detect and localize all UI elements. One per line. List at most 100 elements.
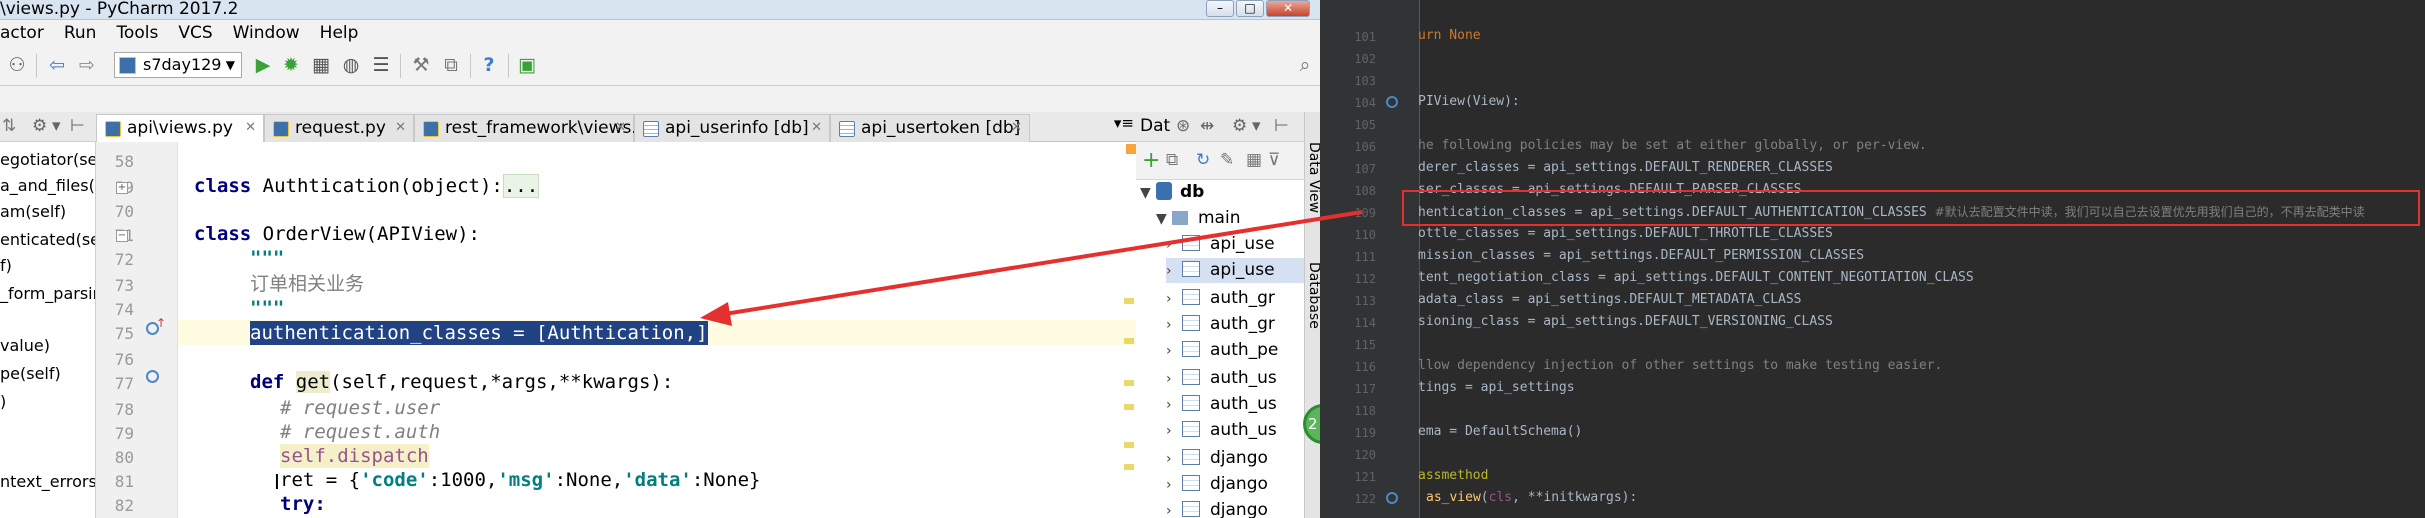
- chevron-down-icon[interactable]: ▾: [1252, 116, 1261, 136]
- structure-item[interactable]: f): [0, 256, 12, 276]
- tab-api-views[interactable]: api\views.py ✕: [96, 114, 264, 142]
- structure-item[interactable]: ): [0, 392, 6, 412]
- tree-table-item[interactable]: › auth_us: [1166, 392, 1277, 417]
- hide-panel-icon[interactable]: ⊢: [1274, 116, 1289, 136]
- side-tab-data-view[interactable]: Data View: [1306, 142, 1320, 213]
- settings-wrench-icon[interactable]: ⚒: [410, 54, 432, 76]
- minimize-button[interactable]: –: [1206, 0, 1234, 17]
- debug-icon[interactable]: ✹: [280, 54, 302, 76]
- tree-table-item[interactable]: › api_use: [1166, 258, 1304, 283]
- tab-api-usertoken[interactable]: api_usertoken [db] ✕: [830, 114, 1030, 142]
- source-line-104: PIView(View):: [1418, 94, 1520, 109]
- tree-node-db[interactable]: ▼ db: [1140, 180, 1204, 205]
- override-marker-icon[interactable]: [1386, 96, 1398, 108]
- tree-table-item[interactable]: › auth_gr: [1166, 286, 1275, 311]
- structure-item[interactable]: value): [0, 336, 50, 356]
- code-line-77: def get(self,request,*args,**kwargs):: [250, 371, 674, 393]
- structure-item[interactable]: enticated(self): [0, 230, 95, 250]
- add-icon[interactable]: +: [1142, 148, 1160, 173]
- line-number: 106: [1354, 140, 1376, 154]
- forward-icon[interactable]: ⇨: [76, 54, 98, 76]
- tree-table-item[interactable]: › auth_us: [1166, 418, 1277, 443]
- coverage-icon[interactable]: ▦: [310, 54, 332, 76]
- close-icon[interactable]: ✕: [245, 115, 256, 141]
- gear-icon[interactable]: ⚙: [1232, 116, 1247, 136]
- tree-node-main[interactable]: ▼ main: [1156, 206, 1240, 231]
- source-line-116: llow dependency injection of other setti…: [1418, 358, 1943, 373]
- tree-table-item[interactable]: › auth_pe: [1166, 338, 1278, 363]
- menu-vcs[interactable]: VCS: [178, 21, 212, 45]
- close-icon[interactable]: ✕: [395, 115, 406, 141]
- structure-item[interactable]: _form_parsing: [0, 284, 95, 304]
- edit-icon[interactable]: ✎: [1220, 150, 1234, 170]
- annotation-highlight-box: [1402, 190, 2420, 226]
- tree-table-item[interactable]: › api_use: [1166, 232, 1304, 257]
- close-icon[interactable]: ✕: [811, 115, 822, 141]
- table-view-icon[interactable]: ▦: [1246, 150, 1262, 170]
- tree-table-item[interactable]: › auth_us: [1166, 366, 1277, 391]
- table-icon: [1182, 501, 1200, 517]
- help-icon[interactable]: ?: [478, 54, 500, 76]
- close-button[interactable]: ✕: [1266, 0, 1310, 17]
- copy-icon[interactable]: ⧉: [1166, 150, 1178, 170]
- menu-run[interactable]: Run: [64, 21, 97, 45]
- menu-help[interactable]: Help: [320, 21, 359, 45]
- source-code-view[interactable]: 101 102 103 104 105 106 107 108 109 110 …: [1320, 0, 2425, 518]
- override-marker-icon[interactable]: [146, 370, 159, 383]
- split-icon[interactable]: ⇹: [1200, 116, 1214, 136]
- refresh-icon[interactable]: ↻: [1196, 150, 1210, 170]
- warning-marker[interactable]: [1126, 144, 1136, 154]
- tab-rest-framework-views[interactable]: rest_framework\views.py ✕: [414, 114, 658, 142]
- error-stripe-marker[interactable]: [1124, 442, 1134, 448]
- tree-table-item[interactable]: › django: [1166, 446, 1268, 471]
- fold-toggle[interactable]: −: [116, 230, 128, 242]
- profile-icon[interactable]: ◍: [340, 54, 362, 76]
- tab-list-icon[interactable]: ▾≡: [1114, 114, 1134, 132]
- concurrency-icon[interactable]: ☰: [370, 54, 392, 76]
- run-config-label: s7day129: [143, 55, 222, 74]
- source-line-110: ottle_classes = api_settings.DEFAULT_THR…: [1418, 226, 1833, 241]
- structure-item[interactable]: am(self): [0, 202, 66, 222]
- filter-icon[interactable]: ⊽: [1268, 150, 1280, 170]
- close-icon[interactable]: ✕: [1011, 115, 1022, 141]
- side-tab-database[interactable]: Database: [1306, 262, 1320, 329]
- fold-toggle[interactable]: +: [116, 182, 128, 194]
- sdk-icon[interactable]: ▣: [516, 54, 538, 76]
- close-icon[interactable]: ✕: [615, 115, 626, 141]
- window-title: \views.py - PyCharm 2017.2: [0, 0, 239, 19]
- tree-table-item[interactable]: › django: [1166, 472, 1268, 497]
- menu-tools[interactable]: Tools: [116, 21, 158, 45]
- settings-icon[interactable]: ⊛: [1176, 116, 1190, 136]
- error-stripe-marker[interactable]: [1124, 338, 1134, 344]
- error-stripe-marker[interactable]: [1124, 404, 1134, 410]
- line-number: 71: [96, 226, 134, 245]
- tree-table-item[interactable]: › auth_gr: [1166, 312, 1275, 337]
- code-line-75-selected[interactable]: authentication_classes = [Authtication,]: [250, 321, 708, 345]
- tree-table-item[interactable]: › django: [1166, 498, 1268, 518]
- search-icon[interactable]: ⌕: [1294, 54, 1316, 76]
- menu-window[interactable]: Window: [233, 21, 300, 45]
- back-icon[interactable]: ⇦: [46, 54, 68, 76]
- structure-icon[interactable]: ⧉: [440, 54, 462, 76]
- override-marker-icon[interactable]: [1386, 492, 1398, 504]
- run-icon[interactable]: ▶: [252, 54, 274, 76]
- hide-panel-icon[interactable]: ⊢: [70, 116, 85, 136]
- error-stripe-marker[interactable]: [1124, 464, 1134, 470]
- sort-icon[interactable]: ⇅: [2, 116, 16, 136]
- maximize-button[interactable]: □: [1236, 0, 1264, 17]
- structure-item[interactable]: a_and_files(se: [0, 176, 95, 196]
- structure-item[interactable]: ntext_errors(s: [0, 472, 95, 492]
- code-editor[interactable]: 58 59 70 71 72 73 74 75 76 77 78 79 80 8…: [96, 142, 1136, 518]
- table-icon: [1182, 449, 1200, 465]
- run-config-select[interactable]: s7day129 ▼: [114, 52, 242, 78]
- chevron-down-icon[interactable]: ▾: [52, 116, 61, 136]
- tab-api-userinfo[interactable]: api_userinfo [db] ✕: [634, 114, 830, 142]
- error-stripe-marker[interactable]: [1124, 298, 1134, 304]
- menu-refactor[interactable]: actor: [0, 21, 44, 45]
- vcs-icon[interactable]: ⚇: [6, 54, 28, 76]
- structure-item[interactable]: pe(self): [0, 364, 61, 384]
- error-stripe-marker[interactable]: [1124, 380, 1134, 386]
- tab-request[interactable]: request.py ✕: [264, 114, 414, 142]
- gear-icon[interactable]: ⚙: [32, 116, 47, 136]
- structure-item[interactable]: egotiator(self: [0, 150, 95, 170]
